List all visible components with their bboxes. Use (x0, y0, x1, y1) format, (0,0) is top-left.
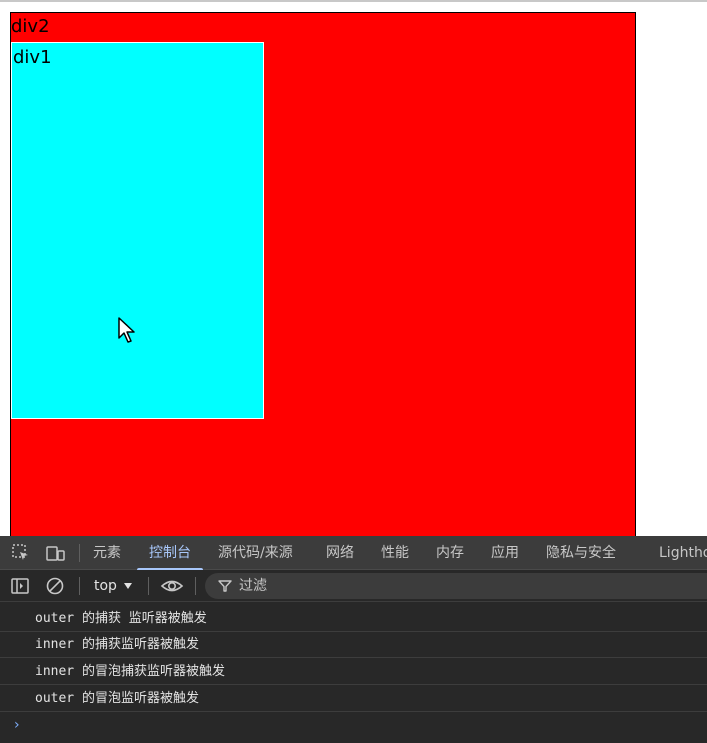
console-message-text: outer 的冒泡监听器被触发 (35, 691, 199, 706)
console-prompt[interactable]: › (14, 717, 20, 733)
filter-input[interactable]: 过滤 (205, 573, 707, 599)
div1-inner[interactable]: div1 (11, 42, 264, 419)
device-toolbar-icon[interactable] (45, 543, 65, 563)
tab-sources[interactable]: 源代码/来源 (218, 536, 293, 570)
clear-console-icon[interactable] (45, 576, 65, 596)
tab-lighthouse[interactable]: Lighthouse (659, 536, 707, 570)
toolbar-separator (195, 577, 196, 595)
console-toolbar: top 过滤 (0, 570, 707, 602)
top-border (0, 0, 707, 2)
console-message-text: outer 的捕获 监听器被触发 (35, 611, 207, 626)
filter-placeholder: 过滤 (239, 578, 267, 594)
devtools-panel: 元素 控制台 源代码/来源 网络 性能 内存 应用 隐私与安全 Lighthou… (0, 536, 707, 743)
tab-application[interactable]: 应用 (491, 536, 519, 570)
toolbar-separator (79, 577, 80, 595)
tab-privacy-security[interactable]: 隐私与安全 (546, 536, 616, 570)
context-selector[interactable]: top (94, 570, 117, 602)
sidebar-toggle-icon[interactable] (10, 576, 30, 596)
toolbar-separator (148, 577, 149, 595)
div2-outer[interactable]: div2 div1 (10, 12, 636, 536)
tab-memory[interactable]: 内存 (436, 536, 464, 570)
filter-icon (218, 580, 232, 592)
page-viewport: div2 div1 (0, 0, 707, 536)
console-message-text: inner 的冒泡捕获监听器被触发 (35, 664, 225, 679)
div1-label: div1 (13, 47, 52, 68)
cursor-icon (118, 317, 135, 343)
inspect-element-icon[interactable] (11, 543, 31, 563)
tab-console[interactable]: 控制台 (137, 536, 203, 570)
chevron-down-icon (124, 583, 132, 589)
tab-network[interactable]: 网络 (326, 536, 354, 570)
div2-label: div2 (11, 16, 50, 37)
console-message-text: inner 的捕获监听器被触发 (35, 637, 199, 652)
eye-icon[interactable] (160, 576, 184, 596)
tab-elements[interactable]: 元素 (93, 536, 121, 570)
devtools-tabbar: 元素 控制台 源代码/来源 网络 性能 内存 应用 隐私与安全 Lighthou… (0, 536, 707, 570)
console-message: outer 的冒泡监听器被触发 (0, 686, 707, 712)
console-message: inner 的冒泡捕获监听器被触发 (0, 659, 707, 685)
tabbar-separator (79, 544, 80, 562)
console-message: outer 的捕获 监听器被触发 (0, 606, 707, 632)
console-message: inner 的捕获监听器被触发 (0, 632, 707, 658)
tab-performance[interactable]: 性能 (381, 536, 409, 570)
